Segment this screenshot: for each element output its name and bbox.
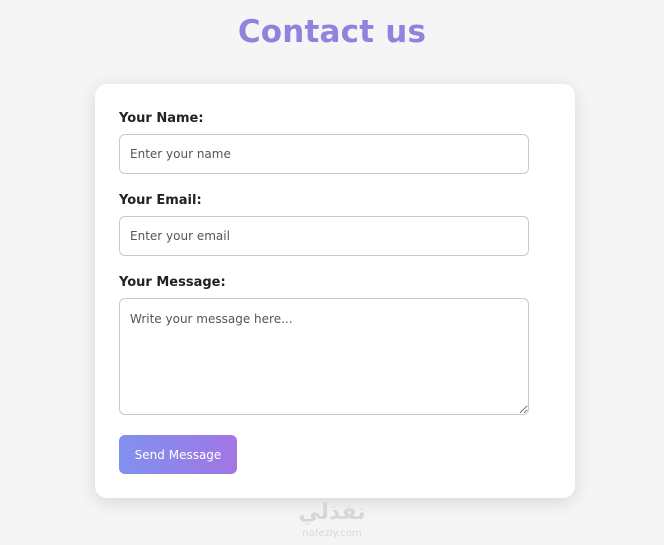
send-message-button[interactable]: Send Message bbox=[119, 435, 237, 474]
watermark-arabic-text: نفذلي bbox=[298, 500, 366, 525]
contact-form-card: Your Name: Your Email: Your Message: Sen… bbox=[95, 84, 575, 498]
name-label: Your Name: bbox=[119, 111, 204, 126]
email-input[interactable] bbox=[119, 216, 529, 256]
message-textarea[interactable] bbox=[119, 298, 529, 415]
name-input[interactable] bbox=[119, 134, 529, 174]
email-label: Your Email: bbox=[119, 193, 202, 208]
watermark-latin-text: nafezly.com bbox=[302, 528, 362, 539]
page-title: Contact us bbox=[237, 14, 427, 50]
contact-page: Contact us Your Name: Your Email: Your M… bbox=[0, 0, 664, 545]
watermark-logo: نفذلي nafezly.com bbox=[0, 500, 664, 540]
message-label: Your Message: bbox=[119, 275, 226, 290]
